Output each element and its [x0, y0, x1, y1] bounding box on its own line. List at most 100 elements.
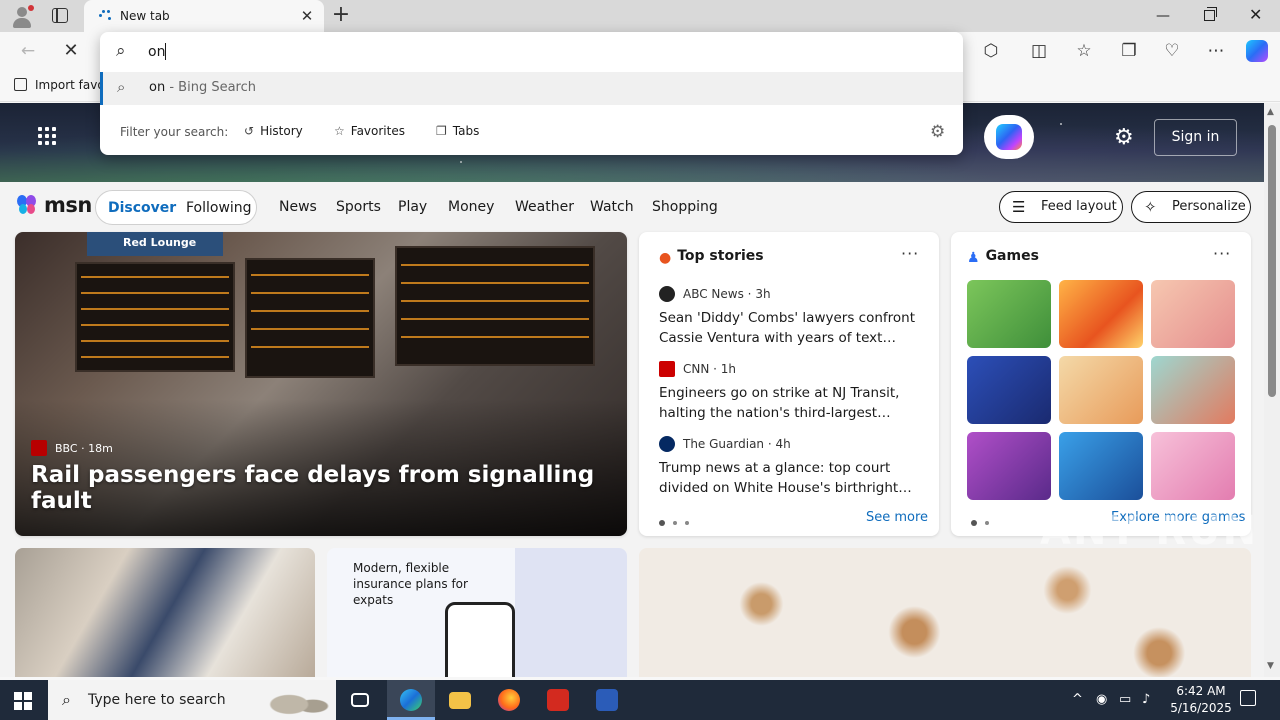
- more-options-icon[interactable]: ···: [1213, 244, 1231, 263]
- bbc-logo-icon: [31, 440, 47, 456]
- collections-icon[interactable]: ❐: [1118, 40, 1140, 62]
- more-options-icon[interactable]: ···: [901, 244, 919, 263]
- file-explorer-icon[interactable]: [436, 680, 484, 720]
- close-icon[interactable]: ✕: [298, 7, 316, 25]
- tab-actions-icon[interactable]: [52, 8, 68, 23]
- filter-favorites-button[interactable]: ☆ Favorites: [334, 124, 405, 138]
- nav-weather[interactable]: Weather: [515, 199, 574, 215]
- search-suggestion[interactable]: ⌕ on - Bing Search: [100, 72, 963, 105]
- carousel-dots[interactable]: [971, 515, 997, 530]
- profile-avatar-icon[interactable]: [10, 4, 34, 28]
- main-story-title[interactable]: Rail passengers face delays from signall…: [31, 462, 611, 514]
- filter-history-button[interactable]: ↺ History: [244, 124, 303, 138]
- filter-tabs-button[interactable]: ❐ Tabs: [436, 124, 479, 138]
- game-tile[interactable]: [1151, 356, 1235, 424]
- address-bar-input[interactable]: [148, 42, 928, 62]
- tab-discover[interactable]: Discover: [108, 200, 176, 216]
- anyrun-watermark: ANY RUN: [1040, 508, 1259, 554]
- tab-title: New tab: [120, 9, 170, 23]
- carousel-dots[interactable]: [659, 515, 697, 530]
- nav-news[interactable]: News: [279, 199, 317, 215]
- scroll-down-icon[interactable]: ▼: [1267, 661, 1274, 671]
- favorite-star-icon[interactable]: ☆: [1073, 40, 1095, 62]
- window-close-icon[interactable]: ✕: [1249, 5, 1262, 24]
- filter-label: Filter your search:: [120, 125, 229, 139]
- network-icon[interactable]: ▭: [1119, 692, 1131, 707]
- back-arrow-icon[interactable]: ←: [17, 40, 39, 62]
- nav-watch[interactable]: Watch: [590, 199, 634, 215]
- tray-overflow-icon[interactable]: ^: [1072, 692, 1083, 707]
- search-settings-gear-icon[interactable]: ⚙: [930, 122, 945, 142]
- edge-browser-icon[interactable]: [387, 680, 435, 720]
- story-item[interactable]: The Guardian · 4h Trump news at a glance…: [659, 436, 924, 498]
- game-tile[interactable]: [1059, 280, 1143, 348]
- game-tile[interactable]: [1151, 280, 1235, 348]
- task-view-icon[interactable]: [336, 680, 384, 720]
- firefox-icon[interactable]: [485, 680, 533, 720]
- scrollbar-thumb[interactable]: [1268, 125, 1276, 397]
- game-tile[interactable]: [1059, 356, 1143, 424]
- nav-money[interactable]: Money: [448, 199, 494, 215]
- text-caret: [165, 43, 166, 60]
- feed-segment-control: Discover Following: [95, 190, 257, 225]
- story-item[interactable]: ABC News · 3h Sean 'Diddy' Combs' lawyer…: [659, 286, 924, 348]
- red-lounge-sign: Red Lounge: [87, 232, 223, 256]
- apps-grid-icon[interactable]: [38, 127, 58, 147]
- story-card-image[interactable]: [639, 548, 1251, 677]
- personalize-button[interactable]: ✧ Personalize: [1131, 191, 1251, 223]
- volume-icon[interactable]: ♪: [1142, 692, 1150, 707]
- see-more-link[interactable]: See more: [866, 510, 928, 525]
- story-card-image[interactable]: [15, 548, 315, 677]
- notification-center-icon[interactable]: [1240, 690, 1256, 706]
- msn-new-tab-page: ⚙ Sign in msn Discover Following News Sp…: [0, 103, 1264, 677]
- copilot-search-button[interactable]: [984, 115, 1034, 159]
- game-tile[interactable]: [967, 356, 1051, 424]
- loading-spinner-icon: [98, 9, 112, 23]
- system-clock[interactable]: 6:42 AM 5/16/2025: [1168, 683, 1234, 717]
- acrobat-reader-icon[interactable]: [534, 680, 582, 720]
- tab-following[interactable]: Following: [186, 200, 252, 216]
- page-scrollbar[interactable]: ▲ ▼: [1264, 103, 1280, 677]
- settings-gear-icon[interactable]: ⚙: [1114, 125, 1134, 150]
- word-icon[interactable]: [583, 680, 631, 720]
- tab-strip: New tab ✕ + — ✕: [0, 0, 1280, 32]
- nav-shopping[interactable]: Shopping: [652, 199, 718, 215]
- game-tile[interactable]: [967, 432, 1051, 500]
- search-icon: ⌕: [117, 78, 126, 96]
- restore-icon[interactable]: [1204, 7, 1217, 21]
- more-menu-icon[interactable]: ⋯: [1205, 40, 1227, 62]
- taskbar-search-box[interactable]: ⌕ Type here to search: [48, 680, 336, 720]
- game-tile[interactable]: [1151, 432, 1235, 500]
- feed-layout-button[interactable]: ☰ Feed layout: [999, 191, 1123, 223]
- minimize-icon[interactable]: —: [1156, 8, 1170, 24]
- top-stories-heading: ● Top stories: [659, 248, 764, 266]
- copilot-icon[interactable]: [1246, 40, 1268, 62]
- search-icon: ⌕: [116, 41, 126, 61]
- plus-icon[interactable]: +: [330, 4, 352, 27]
- games-card: ♟ Games ··· Explore more games: [951, 232, 1251, 536]
- tab-new-tab[interactable]: New tab ✕: [84, 0, 324, 32]
- game-tile[interactable]: [1059, 432, 1143, 500]
- ad-card[interactable]: Modern, flexible insurance plans for exp…: [327, 548, 627, 677]
- windows-start-icon[interactable]: [14, 692, 32, 710]
- flame-icon: ●: [659, 250, 672, 266]
- story-item[interactable]: CNN · 1h Engineers go on strike at NJ Tr…: [659, 361, 924, 423]
- main-story-card[interactable]: Red Lounge BBC · 18m Rail passengers fac…: [15, 232, 627, 536]
- nav-play[interactable]: Play: [398, 199, 427, 215]
- meet-now-icon[interactable]: ◉: [1096, 692, 1107, 707]
- import-favorites-button[interactable]: Import favo: [14, 78, 105, 92]
- game-tile[interactable]: [967, 280, 1051, 348]
- stop-loading-icon[interactable]: ✕: [60, 40, 82, 62]
- scroll-up-icon[interactable]: ▲: [1267, 107, 1274, 117]
- sign-in-button[interactable]: Sign in: [1154, 119, 1237, 156]
- nav-sports[interactable]: Sports: [336, 199, 381, 215]
- extensions-icon[interactable]: ⬡: [980, 40, 1002, 62]
- cnn-logo-icon: [659, 361, 675, 377]
- sparkle-icon: ✧: [1144, 198, 1157, 216]
- split-screen-icon[interactable]: ◫: [1028, 40, 1050, 62]
- story-source: BBC · 18m: [31, 440, 113, 456]
- guardian-logo-icon: [659, 436, 675, 452]
- tabs-icon: ❐: [436, 124, 447, 138]
- abc-logo-icon: [659, 286, 675, 302]
- browser-essentials-icon[interactable]: ♡: [1161, 40, 1183, 62]
